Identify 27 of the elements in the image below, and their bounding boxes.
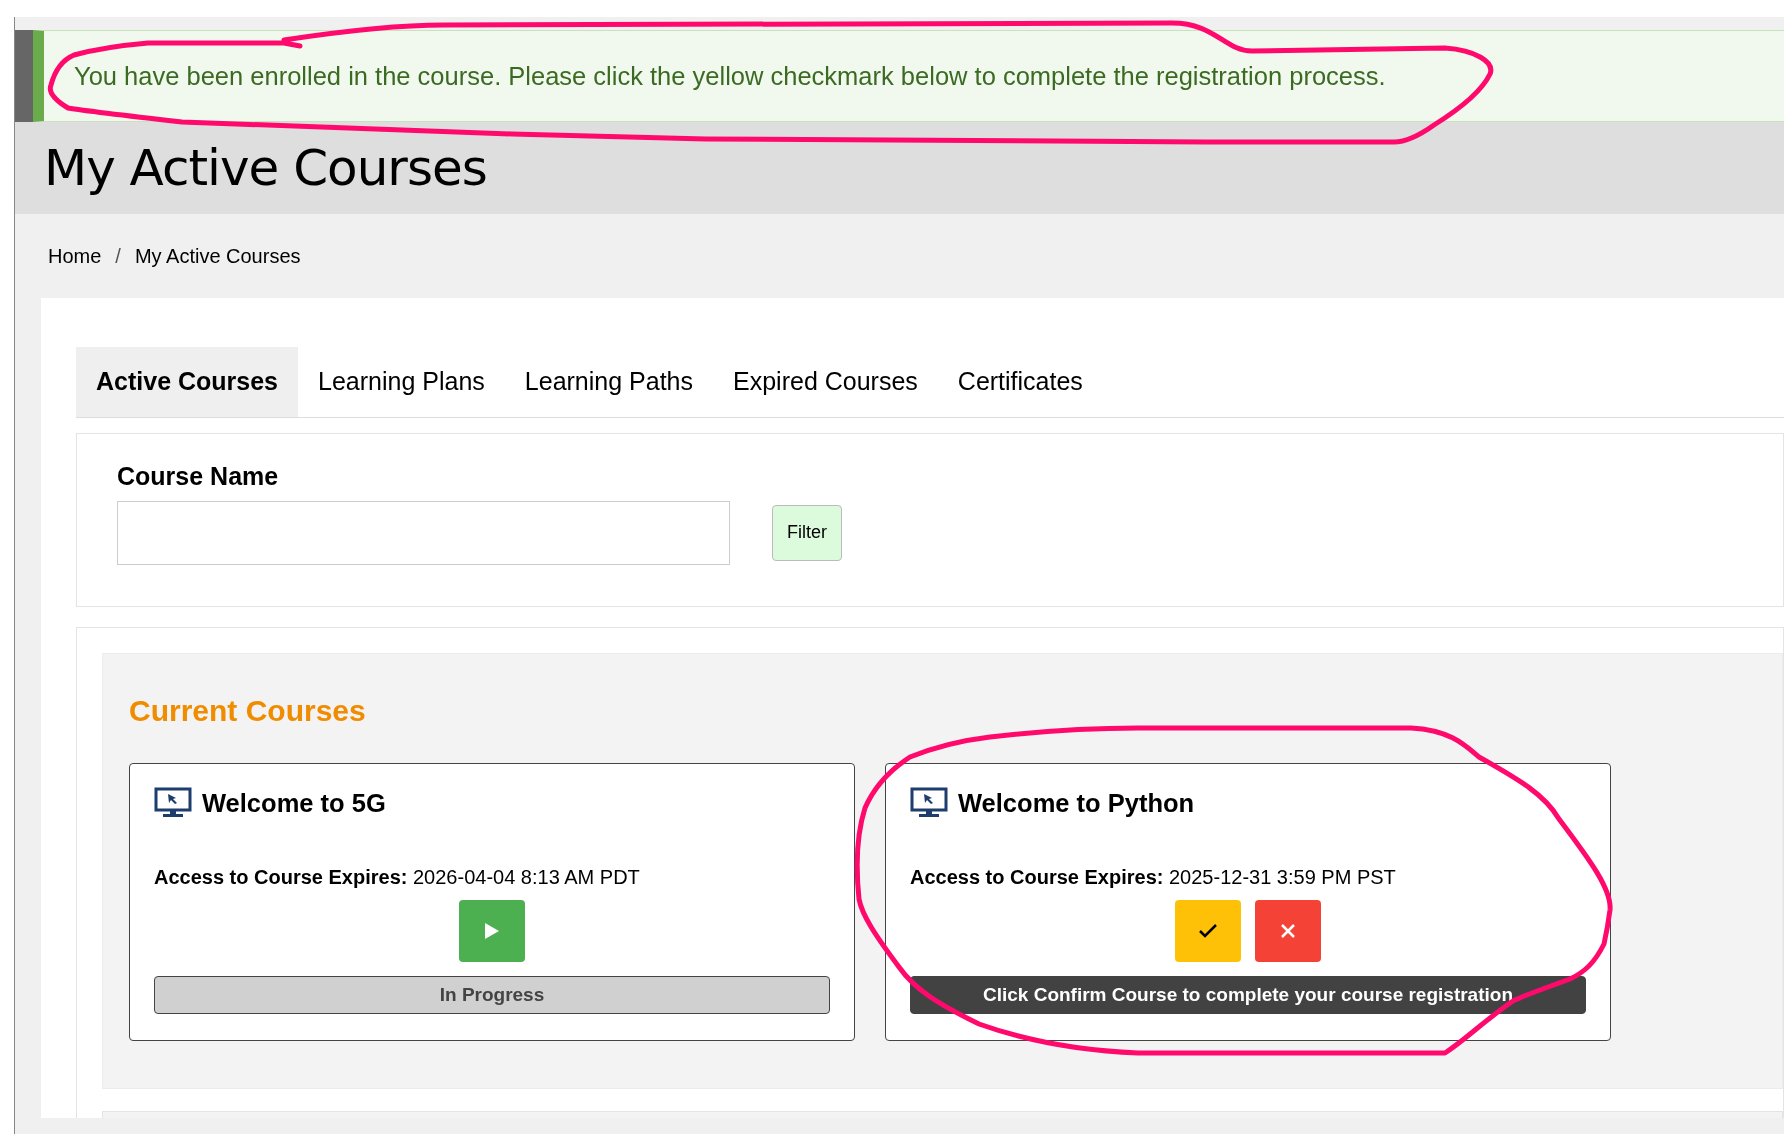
status-bar: Click Confirm Course to complete your course registration: [910, 976, 1586, 1015]
breadcrumb-separator: /: [115, 244, 121, 269]
alert-message: You have been enrolled in the course. Please click the yellow checkmark below to complete the registration process.: [74, 60, 1386, 92]
breadcrumb-current: My Active Courses: [134, 244, 301, 269]
play-icon: [484, 922, 500, 941]
course-title: Welcome to 5G: [202, 788, 386, 819]
expiry-text: Access to Course Expires: 2026-04-04 8:13 AM PDT: [154, 865, 641, 891]
tab[interactable]: Learning Plans: [298, 347, 505, 417]
expiry-text: Access to Course Expires: 2025-12-31 3:59 PM PST: [910, 865, 1397, 891]
checkmark-icon: [1198, 923, 1218, 940]
status-bar: In Progress: [154, 976, 830, 1015]
play-button[interactable]: [459, 900, 525, 963]
tab[interactable]: Learning Paths: [504, 347, 713, 417]
close-icon: [1280, 923, 1296, 940]
course-title: Welcome to Python: [958, 788, 1195, 819]
field-label: Course Name: [117, 461, 280, 492]
filter-button[interactable]: Filter: [772, 504, 842, 561]
tab[interactable]: Active Courses: [76, 347, 299, 417]
page-title: My Active Courses: [44, 137, 487, 199]
tab[interactable]: Certificates: [937, 347, 1103, 417]
course-name-input[interactable]: [117, 500, 730, 565]
section-title: Current Courses: [129, 693, 367, 729]
monitor-icon: [154, 787, 192, 820]
monitor-icon: [910, 787, 948, 820]
tab[interactable]: Expired Courses: [713, 347, 938, 417]
decline-button[interactable]: [1255, 900, 1321, 963]
breadcrumb-link[interactable]: Home: [48, 241, 102, 271]
